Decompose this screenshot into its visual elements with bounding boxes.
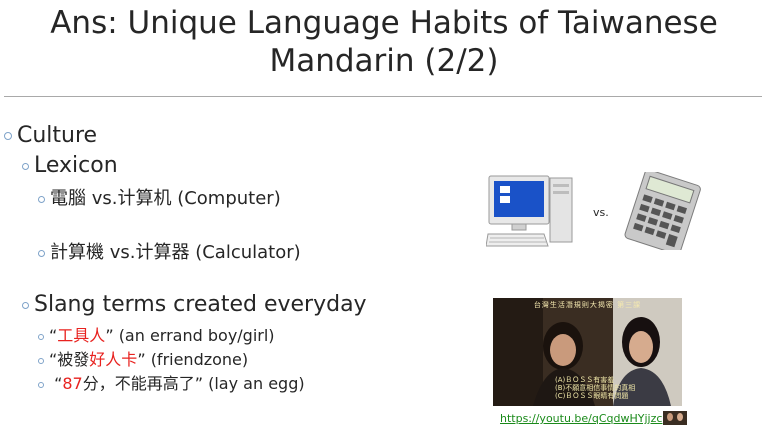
bullet-computer: 電腦 vs.计算机 (Computer) (38, 184, 281, 210)
vs-label: vs. (593, 206, 609, 219)
video-thumbnail[interactable]: 台灣生活潛規則大揭密 第三課 (A)ＢＯＳＳ有害羞 (B)不願意相信事情的真相 … (493, 298, 682, 406)
bullet-circle-icon (4, 132, 12, 140)
title-line-2: Mandarin (2/2) (269, 43, 499, 79)
bullet-slang: Slang terms created everyday (22, 292, 367, 317)
bullet-lexicon: Lexicon (22, 153, 118, 178)
bullet-circle-icon (38, 357, 44, 364)
title-line-1: Ans: Unique Language Habits of Taiwanese (50, 5, 718, 41)
video-link[interactable]: https://youtu.be/qCqdwHYjjzc (500, 412, 662, 425)
calculator-icon (624, 172, 701, 250)
video-mini-thumbnail (663, 411, 687, 425)
bullet-calculator: 計算機 vs.计算器 (Calculator) (38, 238, 301, 264)
bullet-circle-icon (22, 162, 29, 170)
video-title-text: 台灣生活潛規則大揭密 第三課 (533, 301, 642, 309)
bullet-circle-icon (22, 301, 29, 309)
bullet-circle-icon (38, 195, 45, 203)
bullet-culture: Culture (4, 123, 97, 148)
bullet-slang-2: “被發好人卡” (friendzone) (38, 346, 248, 370)
bullet-circle-icon (38, 381, 44, 388)
bullet-slang-3: “87分，不能再高了” (lay an egg) (38, 370, 305, 394)
slide-title: Ans: Unique Language Habits of Taiwanese… (0, 4, 768, 80)
bullet-slang-1: “工具人” (an errand boy/girl) (38, 322, 275, 346)
bullet-circle-icon (38, 333, 44, 340)
title-divider (4, 96, 762, 97)
bullet-circle-icon (38, 249, 45, 257)
video-caption: (A)ＢＯＳＳ有害羞 (B)不願意相信事情的真相 (C)ＢＯＳＳ眼睛有問題 (555, 376, 636, 400)
computer-icon (486, 175, 573, 247)
